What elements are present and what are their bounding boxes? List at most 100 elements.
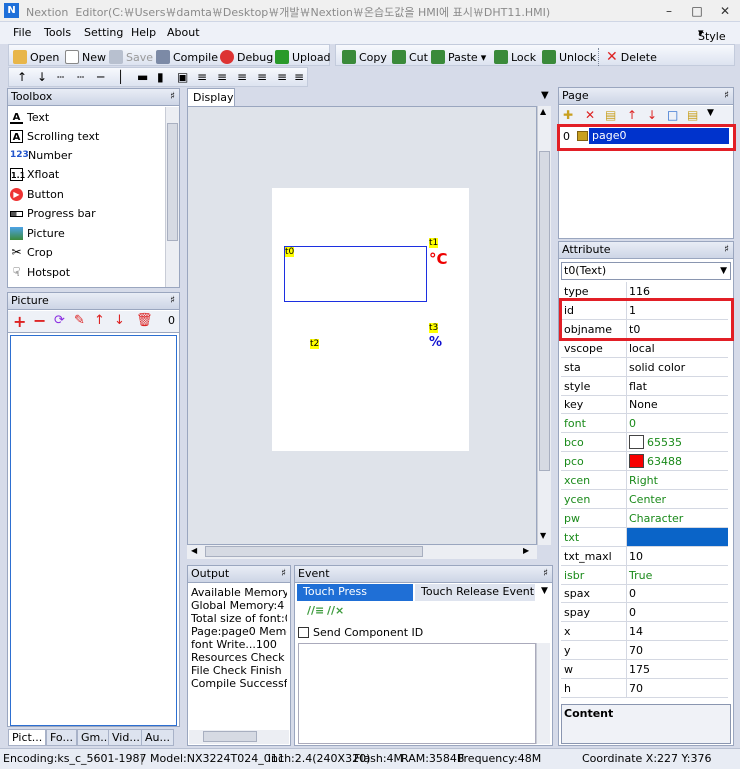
event-code-editor[interactable] — [298, 643, 536, 744]
trash-icon[interactable]: 🗑 — [136, 313, 153, 328]
component-t1[interactable]: t1 °C — [429, 238, 451, 268]
move-down-icon[interactable]: ↓ — [114, 313, 125, 328]
attribute-value[interactable]: flat — [629, 380, 647, 393]
pin-icon[interactable]: ♯ — [281, 566, 286, 582]
scroll-thumb[interactable] — [167, 123, 178, 241]
vspace-decrease-icon[interactable]: ≡ — [294, 70, 304, 84]
attribute-value[interactable]: local — [629, 342, 655, 355]
edit-icon[interactable]: ✎ — [74, 313, 85, 328]
cut-button[interactable]: Cut — [392, 48, 428, 66]
menu-tools[interactable]: Tools — [44, 26, 71, 39]
toolbox-item-number[interactable]: 123 Number — [10, 146, 72, 165]
align-hcenter-icon[interactable]: ─ — [97, 70, 104, 84]
send-component-id-checkbox[interactable]: Send Component ID — [298, 626, 423, 639]
chevron-down-icon[interactable]: ▼ — [541, 586, 548, 596]
menu-setting[interactable]: Setting — [84, 26, 123, 39]
scroll-left-icon[interactable]: ◀ — [191, 546, 197, 555]
picture-list[interactable] — [10, 335, 177, 726]
attribute-value[interactable]: 10 — [629, 550, 643, 563]
same-width-icon[interactable]: ▬ — [137, 70, 148, 84]
attribute-row-txt_maxl[interactable]: txt_maxl 10 — [561, 546, 728, 566]
attribute-value[interactable]: 175 — [629, 663, 650, 676]
debug-button[interactable]: Debug — [220, 48, 273, 66]
attribute-value[interactable]: 0 — [629, 417, 636, 430]
chevron-down-icon[interactable]: ▼ — [707, 108, 714, 118]
pin-icon[interactable]: ♯ — [724, 242, 729, 258]
design-canvas[interactable]: t0 t1 °C t2 t3 % — [187, 106, 537, 545]
remove-icon[interactable]: − — [33, 311, 46, 330]
replace-icon[interactable]: ⟳ — [54, 313, 65, 328]
attribute-row-font[interactable]: font 0 — [561, 414, 728, 434]
lock-button[interactable]: Lock — [494, 48, 536, 66]
maximize-icon[interactable]: □ — [684, 2, 710, 20]
tab-video[interactable]: Vid... — [108, 729, 144, 746]
vspace-equal-icon[interactable]: ≡ — [257, 70, 267, 84]
attribute-row-ycen[interactable]: ycen Center — [561, 489, 728, 509]
attribute-value[interactable]: None — [629, 398, 658, 411]
toolbox-item-crop[interactable]: ✂ Crop — [10, 243, 52, 262]
move-up-icon[interactable]: ↑ — [627, 108, 637, 122]
attribute-row-x[interactable]: x 14 — [561, 622, 728, 642]
move-up-icon[interactable]: ↑ — [94, 313, 105, 328]
menu-file[interactable]: File — [13, 26, 31, 39]
pin-icon[interactable]: ♯ — [543, 566, 548, 582]
scroll-down-icon[interactable]: ▼ — [540, 531, 546, 540]
attribute-row-h[interactable]: h 70 — [561, 678, 728, 698]
attribute-value[interactable]: 116 — [629, 285, 650, 298]
attribute-value[interactable]: True — [629, 569, 652, 582]
new-button[interactable]: New — [65, 48, 106, 66]
attribute-value[interactable]: solid color — [629, 361, 685, 374]
add-page-icon[interactable]: ✚ — [563, 108, 573, 122]
add-icon[interactable]: + — [13, 312, 26, 331]
attribute-row-isbr[interactable]: isbr True — [561, 565, 728, 585]
display-hscrollbar[interactable]: ◀ ▶ — [187, 545, 537, 559]
attribute-value-highlight[interactable] — [627, 527, 728, 546]
open-button[interactable]: Open — [13, 48, 59, 66]
attribute-row-spax[interactable]: spax 0 — [561, 584, 728, 604]
component-t3[interactable]: t3 % — [429, 323, 445, 353]
toolbox-scrollbar[interactable] — [165, 107, 179, 287]
vspace-increase-icon[interactable]: ≡ — [277, 70, 287, 84]
same-height-icon[interactable]: ▮ — [157, 70, 164, 84]
attribute-value[interactable]: 0 — [629, 587, 636, 600]
unlock-button[interactable]: Unlock — [542, 48, 596, 66]
same-size-icon[interactable]: ▣ — [177, 70, 188, 84]
attribute-value[interactable]: Right — [629, 474, 658, 487]
hspace-equal-icon[interactable]: ≡ — [197, 70, 207, 84]
tab-touch-release-event[interactable]: Touch Release Event(0) — [415, 584, 535, 601]
pin-icon[interactable]: ♯ — [724, 88, 729, 104]
compile-button[interactable]: Compile — [156, 48, 218, 66]
tab-fonts[interactable]: Fo... — [46, 729, 77, 746]
style-menu[interactable]: Style ▾ — [698, 26, 726, 43]
attribute-row-key[interactable]: key None — [561, 395, 728, 415]
hspace-increase-icon[interactable]: ≡ — [217, 70, 227, 84]
attribute-row-xcen[interactable]: xcen Right — [561, 471, 728, 490]
upload-button[interactable]: Upload — [275, 48, 331, 66]
chevron-down-icon[interactable]: ▼ — [541, 90, 549, 101]
attribute-row-txt[interactable]: txt — [561, 527, 728, 547]
event-vscrollbar[interactable] — [536, 643, 550, 744]
copy-button[interactable]: Copy — [342, 48, 387, 66]
align-left-icon[interactable]: ┄ — [57, 70, 64, 84]
close-icon[interactable]: ✕ — [712, 2, 738, 20]
attribute-row-y[interactable]: y 70 — [561, 641, 728, 661]
attribute-row-pco[interactable]: pco 63488 — [561, 452, 728, 472]
scroll-right-icon[interactable]: ▶ — [523, 546, 529, 555]
scroll-up-icon[interactable]: ▲ — [540, 107, 546, 116]
attribute-value[interactable]: 14 — [629, 625, 643, 638]
save-button[interactable]: Save — [109, 48, 153, 66]
component-selector[interactable]: t0(Text) ▼ — [561, 262, 731, 280]
pin-icon[interactable]: ♯ — [170, 89, 175, 105]
tab-touch-press-event[interactable]: Touch Press Event(0) — [297, 584, 413, 614]
minimize-icon[interactable]: – — [656, 2, 682, 20]
toolbox-item-progress-bar[interactable]: Progress bar — [10, 204, 96, 223]
pin-icon[interactable]: ♯ — [170, 293, 175, 309]
attribute-value[interactable]: 0 — [629, 606, 636, 619]
attribute-row-pw[interactable]: pw Character — [561, 508, 728, 528]
import-page-icon[interactable]: ▤ — [687, 108, 698, 122]
tab-display[interactable]: Display — [187, 88, 235, 106]
tab-audio[interactable]: Au... — [141, 729, 174, 746]
paste-button[interactable]: Paste ▾ — [431, 48, 486, 66]
menu-help[interactable]: Help — [131, 26, 156, 39]
chevron-down-icon[interactable]: ▾ — [481, 51, 487, 64]
